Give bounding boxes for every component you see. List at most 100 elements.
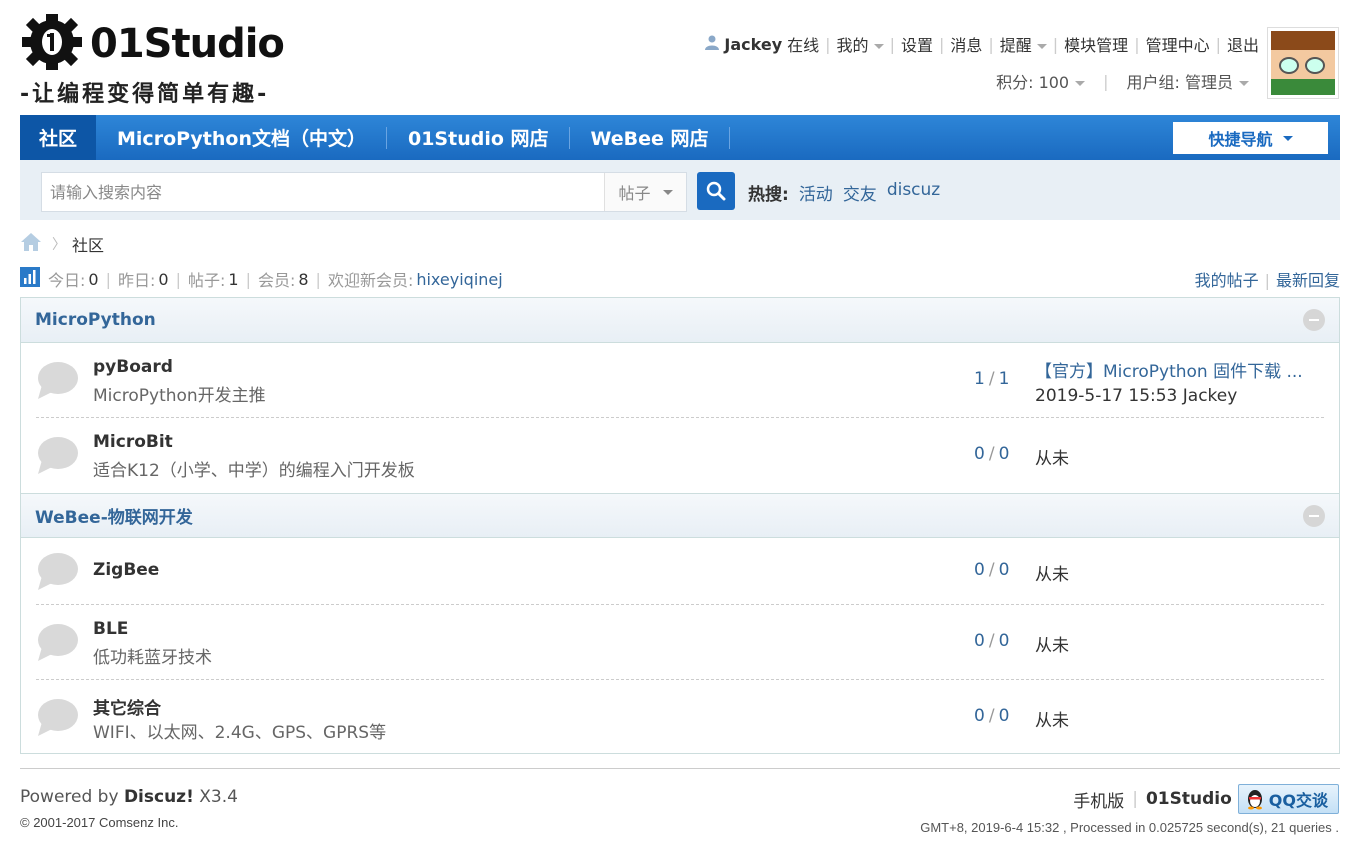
breadcrumb-current[interactable]: 社区 — [72, 232, 104, 256]
posts-count: 1 — [228, 269, 239, 289]
last-post-never: 从未 — [1035, 636, 1069, 656]
breadcrumb: 〉 社区 — [20, 232, 104, 256]
forum-list: MicroPython pyBoard MicroPython开发主推 1/1 … — [20, 297, 1340, 754]
nav-item-micropython-docs[interactable]: MicroPython文档（中文） — [96, 115, 387, 160]
forum-desc: 低功耗蓝牙技术 — [93, 648, 212, 668]
qq-chat-button[interactable]: QQ交谈 — [1237, 784, 1339, 814]
forum-counts: 0/0 — [974, 444, 1010, 464]
last-post-never: 从未 — [1035, 565, 1069, 585]
user-icon — [704, 34, 720, 54]
footer-divider — [20, 768, 1340, 769]
forum-row: ZigBee 0/0 从未 — [36, 538, 1324, 605]
hot-label: 热搜: — [748, 185, 789, 205]
brand-name: 01Studio — [90, 21, 285, 67]
user-bar: Jackey 在线 | 我的 | 设置 | 消息 | 提醒 | 模块管理 | 管… — [704, 32, 1259, 56]
my-posts-link[interactable]: 我的帖子 — [1195, 271, 1259, 290]
search-button[interactable] — [697, 172, 735, 210]
messages-link[interactable]: 消息 — [950, 32, 982, 56]
nav-item-community[interactable]: 社区 — [20, 115, 97, 160]
last-post-never: 从未 — [1035, 711, 1069, 731]
reminders-menu[interactable]: 提醒 — [1000, 32, 1047, 56]
members-count: 8 — [298, 269, 309, 289]
main-nav: 社区 MicroPython文档（中文） 01Studio 网店 WeBee 网… — [20, 115, 1340, 160]
quick-nav-label: 快捷导航 — [1208, 130, 1273, 149]
forum-name[interactable]: pyBoard — [93, 357, 173, 377]
nav-item-01studio-shop[interactable]: 01Studio 网店 — [387, 115, 570, 160]
forum-counts: 0/0 — [974, 560, 1010, 580]
avatar[interactable] — [1267, 27, 1339, 99]
settings-link[interactable]: 设置 — [901, 32, 933, 56]
forum-row: MicroBit 适合K12（小学、中学）的编程入门开发板 0/0 从未 — [36, 418, 1324, 493]
site-link[interactable]: 01Studio — [1146, 789, 1232, 809]
forum-row: 其它综合 WIFI、以太网、2.4G、GPS、GPRS等 0/0 从未 — [36, 680, 1324, 755]
footer-links: 手机版 | 01Studio QQ交谈 — [1073, 784, 1339, 814]
module-admin-link[interactable]: 模块管理 — [1064, 32, 1128, 56]
collapse-icon[interactable] — [1303, 504, 1325, 527]
forum-row: BLE 低功耗蓝牙技术 0/0 从未 — [36, 605, 1324, 680]
category-header: WeBee-物联网开发 — [21, 493, 1339, 538]
forum-row: pyBoard MicroPython开发主推 1/1 【官方】MicroPyt… — [36, 343, 1324, 418]
online-status: 在线 — [787, 36, 820, 55]
forum-name[interactable]: 其它综合 — [93, 694, 161, 719]
last-post: 【官方】MicroPython 固件下载 ... 2019-5-17 15:53… — [1035, 357, 1303, 406]
last-post-meta: 2019-5-17 15:53 Jackey — [1035, 386, 1238, 406]
home-icon[interactable] — [20, 232, 42, 256]
forum-stats: 今日: 0 | 昨日: 0 | 帖子: 1 | 会员: 8 | 欢迎新会员: hixeyi… — [20, 267, 503, 291]
site-logo[interactable]: 01Studio -让编程变得简单有趣- — [20, 12, 320, 108]
credits-menu[interactable]: 积分: 100 — [996, 69, 1086, 93]
admin-center-link[interactable]: 管理中心 — [1146, 32, 1210, 56]
today-count: 0 — [88, 269, 99, 289]
forum-name[interactable]: BLE — [93, 619, 128, 639]
latest-replies-link[interactable]: 最新回复 — [1276, 271, 1340, 290]
search-input[interactable] — [42, 173, 604, 211]
hot-term-link[interactable]: discuz — [887, 180, 940, 205]
hot-term-link[interactable]: 活动 — [799, 180, 833, 205]
category-title[interactable]: MicroPython — [35, 310, 156, 330]
username-link[interactable]: Jackey — [724, 35, 782, 54]
category-title[interactable]: WeBee-物联网开发 — [35, 503, 193, 528]
chevron-right-icon: 〉 — [52, 237, 66, 253]
hot-searches: 热搜: 活动 交友 discuz — [748, 180, 940, 205]
chevron-down-icon — [1075, 81, 1086, 86]
chevron-down-icon — [1036, 44, 1047, 49]
forum-bubble-icon — [36, 361, 78, 401]
copyright: © 2001-2017 Comsenz Inc. — [20, 815, 179, 830]
yesterday-count: 0 — [158, 269, 169, 289]
chevron-down-icon — [1282, 135, 1293, 141]
hot-term-link[interactable]: 交友 — [843, 180, 877, 205]
usergroup-menu[interactable]: 用户组: 管理员 — [1127, 69, 1249, 93]
forum-counts: 0/0 — [974, 631, 1010, 651]
search-box: 帖子 — [41, 172, 687, 212]
page-stats: GMT+8, 2019-6-4 15:32 , Processed in 0.0… — [920, 820, 1339, 835]
new-member-link[interactable]: hixeyiqinej — [416, 270, 502, 289]
quick-nav-button[interactable]: 快捷导航 — [1173, 122, 1328, 154]
forum-name[interactable]: ZigBee — [93, 560, 159, 580]
forum-counts: 0/0 — [974, 706, 1010, 726]
nav-item-webee-shop[interactable]: WeBee 网店 — [570, 115, 730, 160]
category-header: MicroPython — [21, 298, 1339, 343]
forum-counts: 1/1 — [974, 369, 1010, 389]
mobile-link[interactable]: 手机版 — [1073, 787, 1124, 812]
collapse-icon[interactable] — [1303, 309, 1325, 331]
stats-chart-icon — [20, 267, 40, 291]
chevron-down-icon — [873, 44, 884, 49]
slogan: -让编程变得简单有趣- — [20, 82, 270, 107]
last-post-link[interactable]: 【官方】MicroPython 固件下载 ... — [1035, 362, 1303, 382]
logout-link[interactable]: 退出 — [1227, 32, 1259, 56]
powered-by: Powered by Discuz! X3.4 — [20, 787, 238, 807]
user-info: 积分: 100 | 用户组: 管理员 — [996, 69, 1249, 93]
forum-desc: MicroPython开发主推 — [93, 386, 266, 406]
discuz-link[interactable]: Discuz! — [124, 787, 194, 807]
my-menu[interactable]: 我的 — [837, 32, 884, 56]
gear-logo-icon — [20, 12, 84, 76]
forum-name[interactable]: MicroBit — [93, 432, 173, 452]
search-icon — [706, 181, 726, 201]
last-post-never: 从未 — [1035, 449, 1069, 469]
forum-bubble-icon — [36, 552, 78, 592]
search-type-select[interactable]: 帖子 — [604, 173, 686, 211]
stats-links: 我的帖子 | 最新回复 — [1194, 271, 1340, 290]
chevron-down-icon — [1239, 81, 1249, 86]
forum-bubble-icon — [36, 698, 78, 738]
chevron-down-icon — [662, 189, 673, 195]
forum-desc: 适合K12（小学、中学）的编程入门开发板 — [93, 461, 415, 481]
